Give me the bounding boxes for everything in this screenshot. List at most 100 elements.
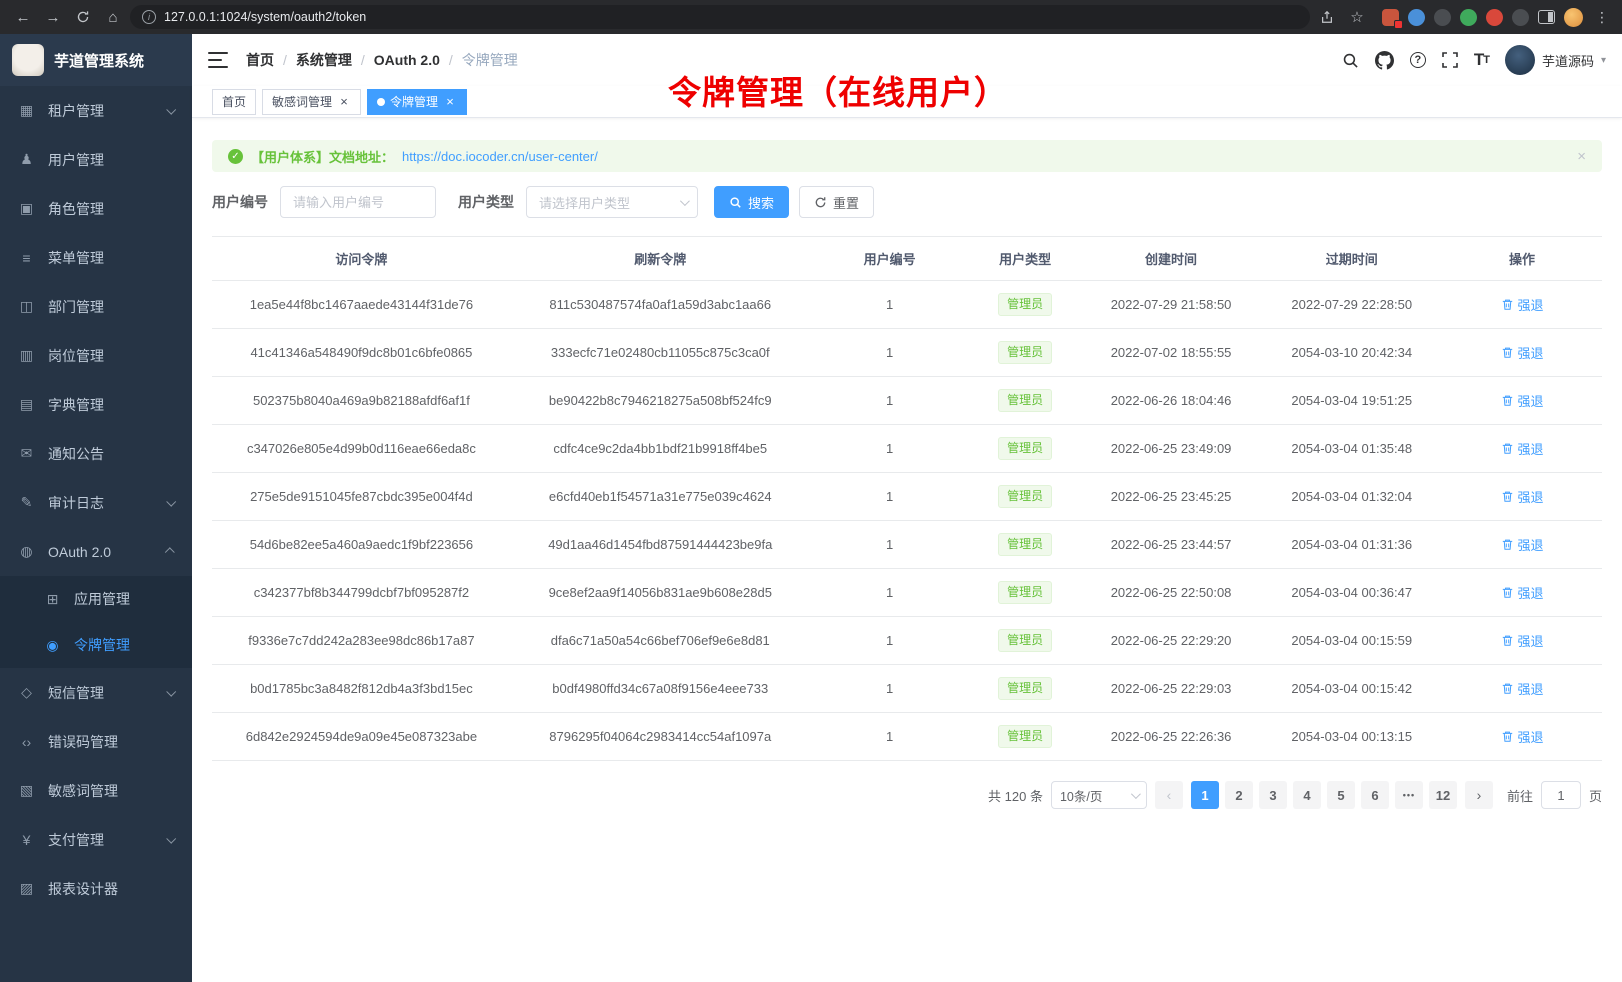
tab-home[interactable]: 首页 <box>212 89 256 115</box>
access-token-cell: 54d6be82ee5a460a9aedc1f9bf223656 <box>212 521 511 569</box>
extension-icon-2[interactable] <box>1408 9 1425 26</box>
user-menu[interactable]: 芋道源码 ▾ <box>1505 45 1606 75</box>
extension-icon-3[interactable] <box>1434 9 1451 26</box>
trash-icon <box>1501 586 1514 599</box>
sidebar-item-dept[interactable]: ◫部门管理 <box>0 282 192 331</box>
sidebar-item-label: 用户管理 <box>48 150 104 170</box>
fullscreen-icon[interactable] <box>1442 52 1458 68</box>
home-icon[interactable]: ⌂ <box>100 4 126 30</box>
sidebar-item-label: 错误码管理 <box>48 732 118 752</box>
sidebar-item-audit-log[interactable]: ✎审计日志 <box>0 478 192 527</box>
user-type-badge: 管理员 <box>998 341 1052 364</box>
force-logout-button[interactable]: 强退 <box>1501 679 1544 698</box>
font-size-icon[interactable]: TT <box>1474 50 1489 70</box>
force-logout-button[interactable]: 强退 <box>1501 535 1544 554</box>
sidebar-item-sms[interactable]: ◇短信管理 <box>0 668 192 717</box>
pagination-page-12[interactable]: 12 <box>1429 781 1457 809</box>
extension-icon-1[interactable] <box>1382 9 1399 26</box>
sidebar-item-report-designer[interactable]: ▨报表设计器 <box>0 864 192 913</box>
prev-page-button[interactable]: ‹ <box>1155 781 1183 809</box>
force-logout-button[interactable]: 强退 <box>1501 295 1544 314</box>
extension-icon-5[interactable] <box>1486 9 1503 26</box>
trash-icon <box>1501 682 1514 695</box>
next-page-button[interactable]: › <box>1465 781 1493 809</box>
sidebar-item-role[interactable]: ▣角色管理 <box>0 184 192 233</box>
back-icon[interactable]: ← <box>10 4 36 30</box>
user-id-input[interactable] <box>280 186 436 218</box>
side-panel-icon[interactable] <box>1538 10 1555 24</box>
search-icon[interactable] <box>1342 52 1359 69</box>
column-header: 操作 <box>1442 237 1602 281</box>
browser-profile-avatar[interactable] <box>1564 8 1583 27</box>
github-icon[interactable] <box>1375 51 1394 70</box>
browser-menu-icon[interactable]: ⋮ <box>1592 9 1612 26</box>
sidebar-logo-row[interactable]: 芋道管理系统 <box>0 34 192 86</box>
pagination-page-2[interactable]: 2 <box>1225 781 1253 809</box>
user-id-cell: 1 <box>810 425 970 473</box>
sidebar-item-user[interactable]: ♟用户管理 <box>0 135 192 184</box>
pagination-page-3[interactable]: 3 <box>1259 781 1287 809</box>
sidebar-item-error-code[interactable]: ‹›错误码管理 <box>0 717 192 766</box>
sidebar-item-pay[interactable]: ¥支付管理 <box>0 815 192 864</box>
sidebar-item-menu[interactable]: ≡菜单管理 <box>0 233 192 282</box>
sidebar-item-notice[interactable]: ✉通知公告 <box>0 429 192 478</box>
force-logout-button[interactable]: 强退 <box>1501 439 1544 458</box>
sidebar-item-label: 审计日志 <box>48 493 104 513</box>
site-info-icon[interactable]: i <box>142 10 156 24</box>
extension-icon-6[interactable] <box>1512 9 1529 26</box>
sidebar-item-label: 通知公告 <box>48 444 104 464</box>
column-header: 用户类型 <box>970 237 1081 281</box>
alert-close-icon[interactable]: × <box>1577 148 1586 165</box>
pagination-page-6[interactable]: 6 <box>1361 781 1389 809</box>
created-time-cell: 2022-07-29 21:58:50 <box>1081 281 1262 329</box>
sidebar-item-dict[interactable]: ▤字典管理 <box>0 380 192 429</box>
sidebar-item-token-manage[interactable]: ◉令牌管理 <box>0 622 192 668</box>
force-logout-button[interactable]: 强退 <box>1501 343 1544 362</box>
pagination-more-icon[interactable]: ••• <box>1395 781 1423 809</box>
sidebar-item-app-manage[interactable]: ⊞应用管理 <box>0 576 192 622</box>
tab-token-manage[interactable]: 令牌管理× <box>367 89 467 115</box>
pagination-page-1[interactable]: 1 <box>1191 781 1219 809</box>
breadcrumb-item[interactable]: 首页 <box>246 50 274 70</box>
table-row: c347026e805e4d99b0d116eae66eda8ccdfc4ce9… <box>212 425 1602 473</box>
search-button[interactable]: 搜索 <box>714 186 789 218</box>
force-logout-button[interactable]: 强退 <box>1501 583 1544 602</box>
help-icon[interactable]: ? <box>1410 52 1426 68</box>
address-bar[interactable]: i 127.0.0.1:1024/system/oauth2/token <box>130 5 1310 29</box>
force-logout-button[interactable]: 强退 <box>1501 727 1544 746</box>
pagination-page-4[interactable]: 4 <box>1293 781 1321 809</box>
page-size-select[interactable]: 10条/页 <box>1051 781 1147 809</box>
sidebar-item-oauth2[interactable]: ◍OAuth 2.0 <box>0 527 192 576</box>
breadcrumb-separator: / <box>283 52 287 68</box>
tab-sensitive-word[interactable]: 敏感词管理× <box>262 89 361 115</box>
close-tab-icon[interactable]: × <box>337 95 351 109</box>
user-type-select[interactable]: 请选择用户类型 <box>526 186 698 218</box>
breadcrumb-item[interactable]: 系统管理 <box>296 50 352 70</box>
user-id-cell: 1 <box>810 377 970 425</box>
sidebar-item-sensitive-word[interactable]: ▧敏感词管理 <box>0 766 192 815</box>
user-type-badge: 管理员 <box>998 437 1052 460</box>
share-icon[interactable] <box>1314 4 1340 30</box>
pagination-page-5[interactable]: 5 <box>1327 781 1355 809</box>
reload-icon[interactable] <box>70 4 96 30</box>
table-row: 6d842e2924594de9a09e45e087323abe8796295f… <box>212 713 1602 761</box>
bookmark-star-icon[interactable]: ☆ <box>1344 4 1370 30</box>
reset-button[interactable]: 重置 <box>799 186 874 218</box>
sensitive-icon: ▧ <box>18 782 35 799</box>
extension-icon-4[interactable] <box>1460 9 1477 26</box>
hamburger-icon[interactable] <box>208 52 228 68</box>
sidebar-item-tenant[interactable]: ▦租户管理 <box>0 86 192 135</box>
force-logout-button[interactable]: 强退 <box>1501 487 1544 506</box>
extensions-area: ⋮ <box>1382 8 1612 27</box>
forward-icon[interactable]: → <box>40 4 66 30</box>
force-logout-button[interactable]: 强退 <box>1501 391 1544 410</box>
sidebar-item-post[interactable]: ▥岗位管理 <box>0 331 192 380</box>
user-id-cell: 1 <box>810 713 970 761</box>
force-logout-button[interactable]: 强退 <box>1501 631 1544 650</box>
breadcrumb-item[interactable]: OAuth 2.0 <box>374 52 440 68</box>
doc-link[interactable]: https://doc.iocoder.cn/user-center/ <box>402 149 598 164</box>
role-icon: ▣ <box>18 200 35 217</box>
goto-page-input[interactable] <box>1541 781 1581 809</box>
close-tab-icon[interactable]: × <box>443 95 457 109</box>
expire-time-cell: 2054-03-04 00:36:47 <box>1261 569 1442 617</box>
